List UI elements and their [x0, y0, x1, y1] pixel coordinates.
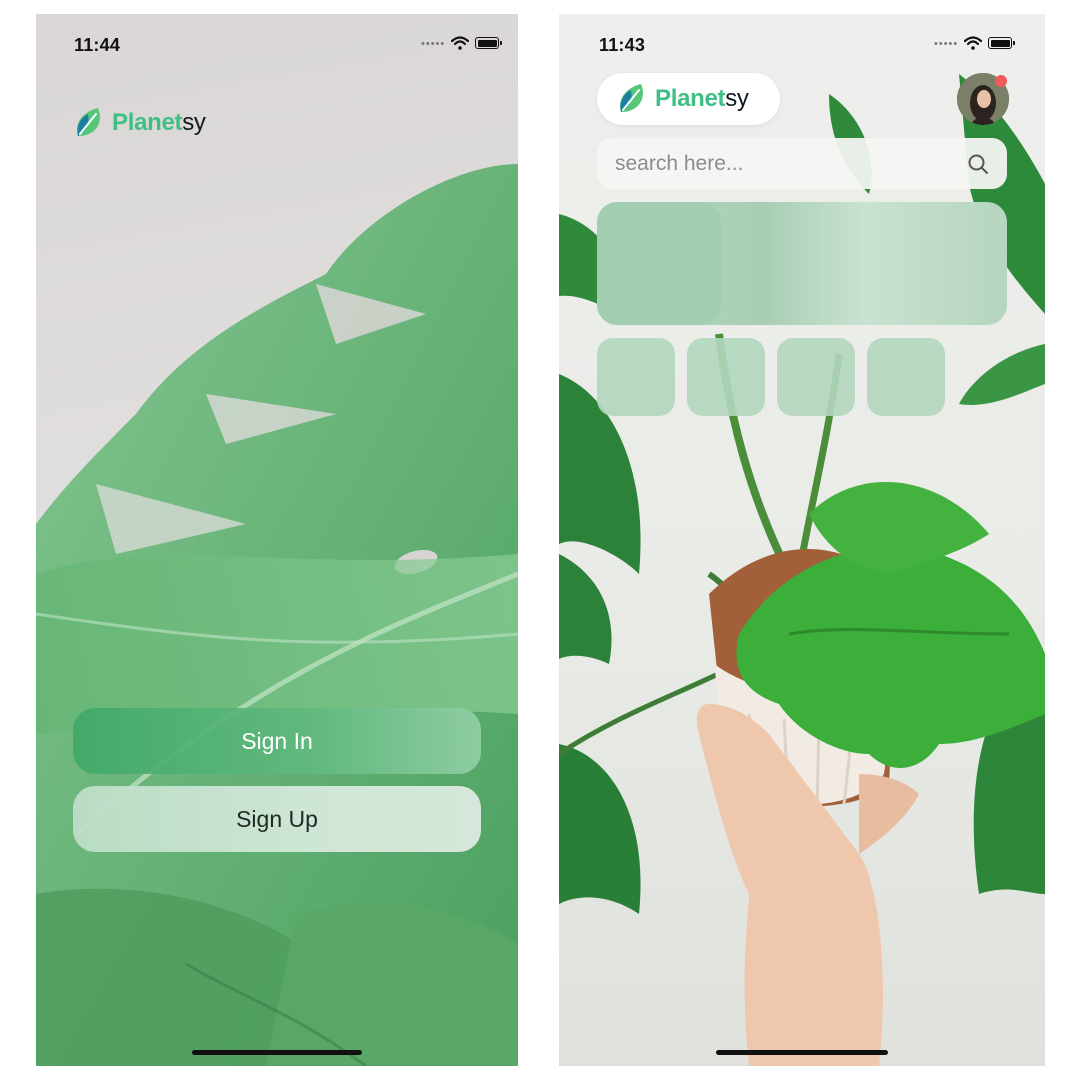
home-indicator[interactable] — [716, 1050, 888, 1055]
status-time: 11:44 — [74, 35, 121, 55]
category-tile-4[interactable] — [867, 338, 945, 416]
featured-card-thumbnail — [597, 202, 721, 325]
logo-text-sy: sy — [725, 85, 749, 112]
wifi-icon — [964, 36, 983, 50]
status-icons: ••••• — [421, 36, 503, 50]
logo-wordmark: Planetsy — [112, 109, 206, 137]
leaf-logo-icon — [76, 108, 100, 136]
sign-in-button[interactable]: Sign In — [73, 708, 481, 774]
category-tile-3[interactable] — [777, 338, 855, 416]
app-logo: Planetsy — [74, 106, 206, 140]
search-icon[interactable] — [967, 153, 989, 175]
logo-wordmark: Planetsy — [655, 85, 749, 113]
search-input[interactable]: search here... — [615, 152, 967, 176]
battery-icon — [475, 37, 503, 49]
app-logo: Planetsy — [617, 82, 749, 116]
notification-dot — [995, 75, 1007, 87]
leaf-logo-icon — [619, 84, 643, 112]
status-time: 11:43 — [599, 35, 646, 55]
logo-pill[interactable]: Planetsy — [597, 73, 780, 125]
search-bar[interactable]: search here... — [597, 138, 1007, 189]
category-tile-2[interactable] — [687, 338, 765, 416]
home-screen: 11:43 ••••• Planetsy search here... — [559, 14, 1045, 1066]
battery-icon — [988, 37, 1016, 49]
home-indicator[interactable] — [192, 1050, 362, 1055]
sign-up-button[interactable]: Sign Up — [73, 786, 481, 852]
signal-icon: ••••• — [934, 38, 959, 50]
category-tile-1[interactable] — [597, 338, 675, 416]
monstera-background-image — [36, 164, 518, 1066]
wifi-icon — [451, 36, 470, 50]
signal-icon: ••••• — [421, 38, 446, 50]
signin-screen: 11:44 ••••• Planetsy Sign In Sign Up — [36, 14, 518, 1066]
logo-text-sy: sy — [182, 109, 206, 136]
featured-card[interactable] — [597, 202, 1007, 325]
logo-text-planet: Planet — [655, 85, 726, 112]
logo-text-planet: Planet — [112, 109, 183, 136]
status-icons: ••••• — [934, 36, 1016, 50]
